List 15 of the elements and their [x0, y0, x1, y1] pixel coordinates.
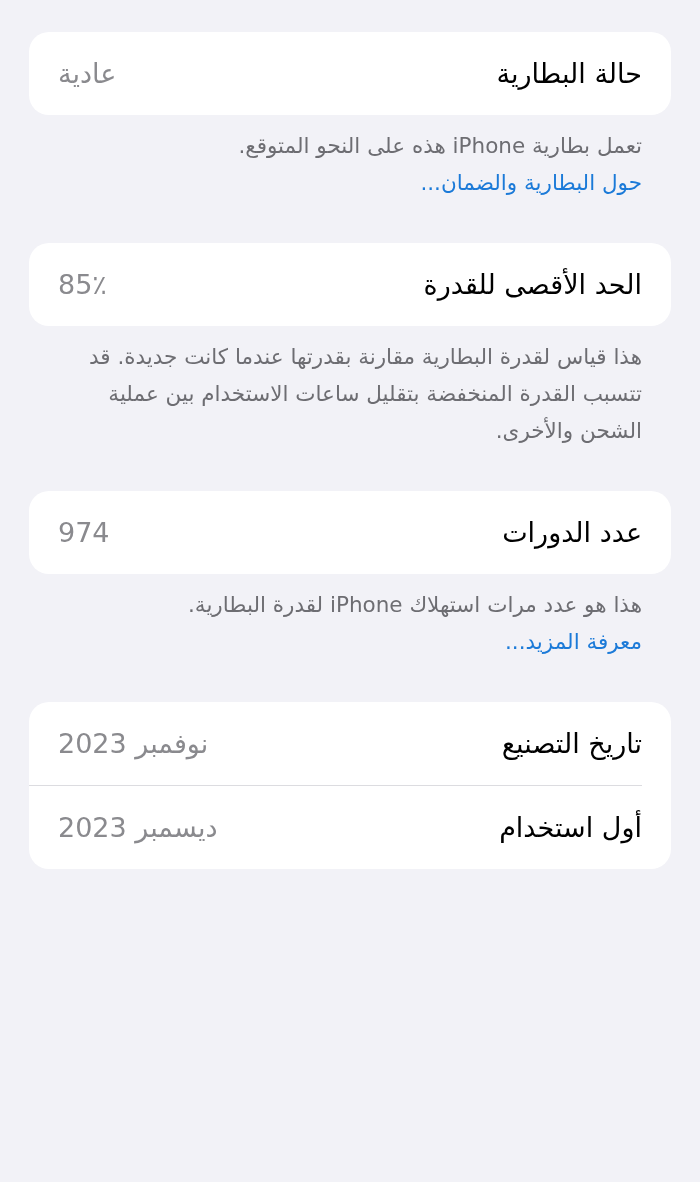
footer-link[interactable]: حول البطارية والضمان...	[420, 164, 642, 201]
row-value: نوفمبر 2023	[58, 726, 209, 761]
footer-text: هذا هو عدد مرات استهلاك iPhone لقدرة البطارية. معرفة المزيد...	[29, 574, 671, 660]
row-value: ديسمبر 2023	[58, 810, 218, 845]
row-label: الحد الأقصى للقدرة	[423, 267, 642, 302]
row-label: أول استخدام	[499, 810, 642, 845]
footer-text: هذا قياس لقدرة البطارية مقارنة بقدرتها عندما كانت جديدة. قد تتسبب القدرة المنخفضة بتقليل ساعات الاستخدام بين عملية الشحن والأخرى.	[88, 343, 643, 445]
row-label: حالة البطارية	[496, 56, 642, 91]
row-value: 974	[58, 515, 110, 550]
row-label: عدد الدورات	[502, 515, 642, 550]
row-value: 85٪	[58, 267, 107, 302]
footer-link[interactable]: معرفة المزيد...	[505, 623, 642, 660]
row-label: تاريخ التصنيع	[501, 726, 642, 761]
row-value: عادية	[58, 56, 117, 91]
footer-text: تعمل بطارية iPhone هذه على النحو المتوقع. حول البطارية والضمان...	[29, 115, 671, 201]
